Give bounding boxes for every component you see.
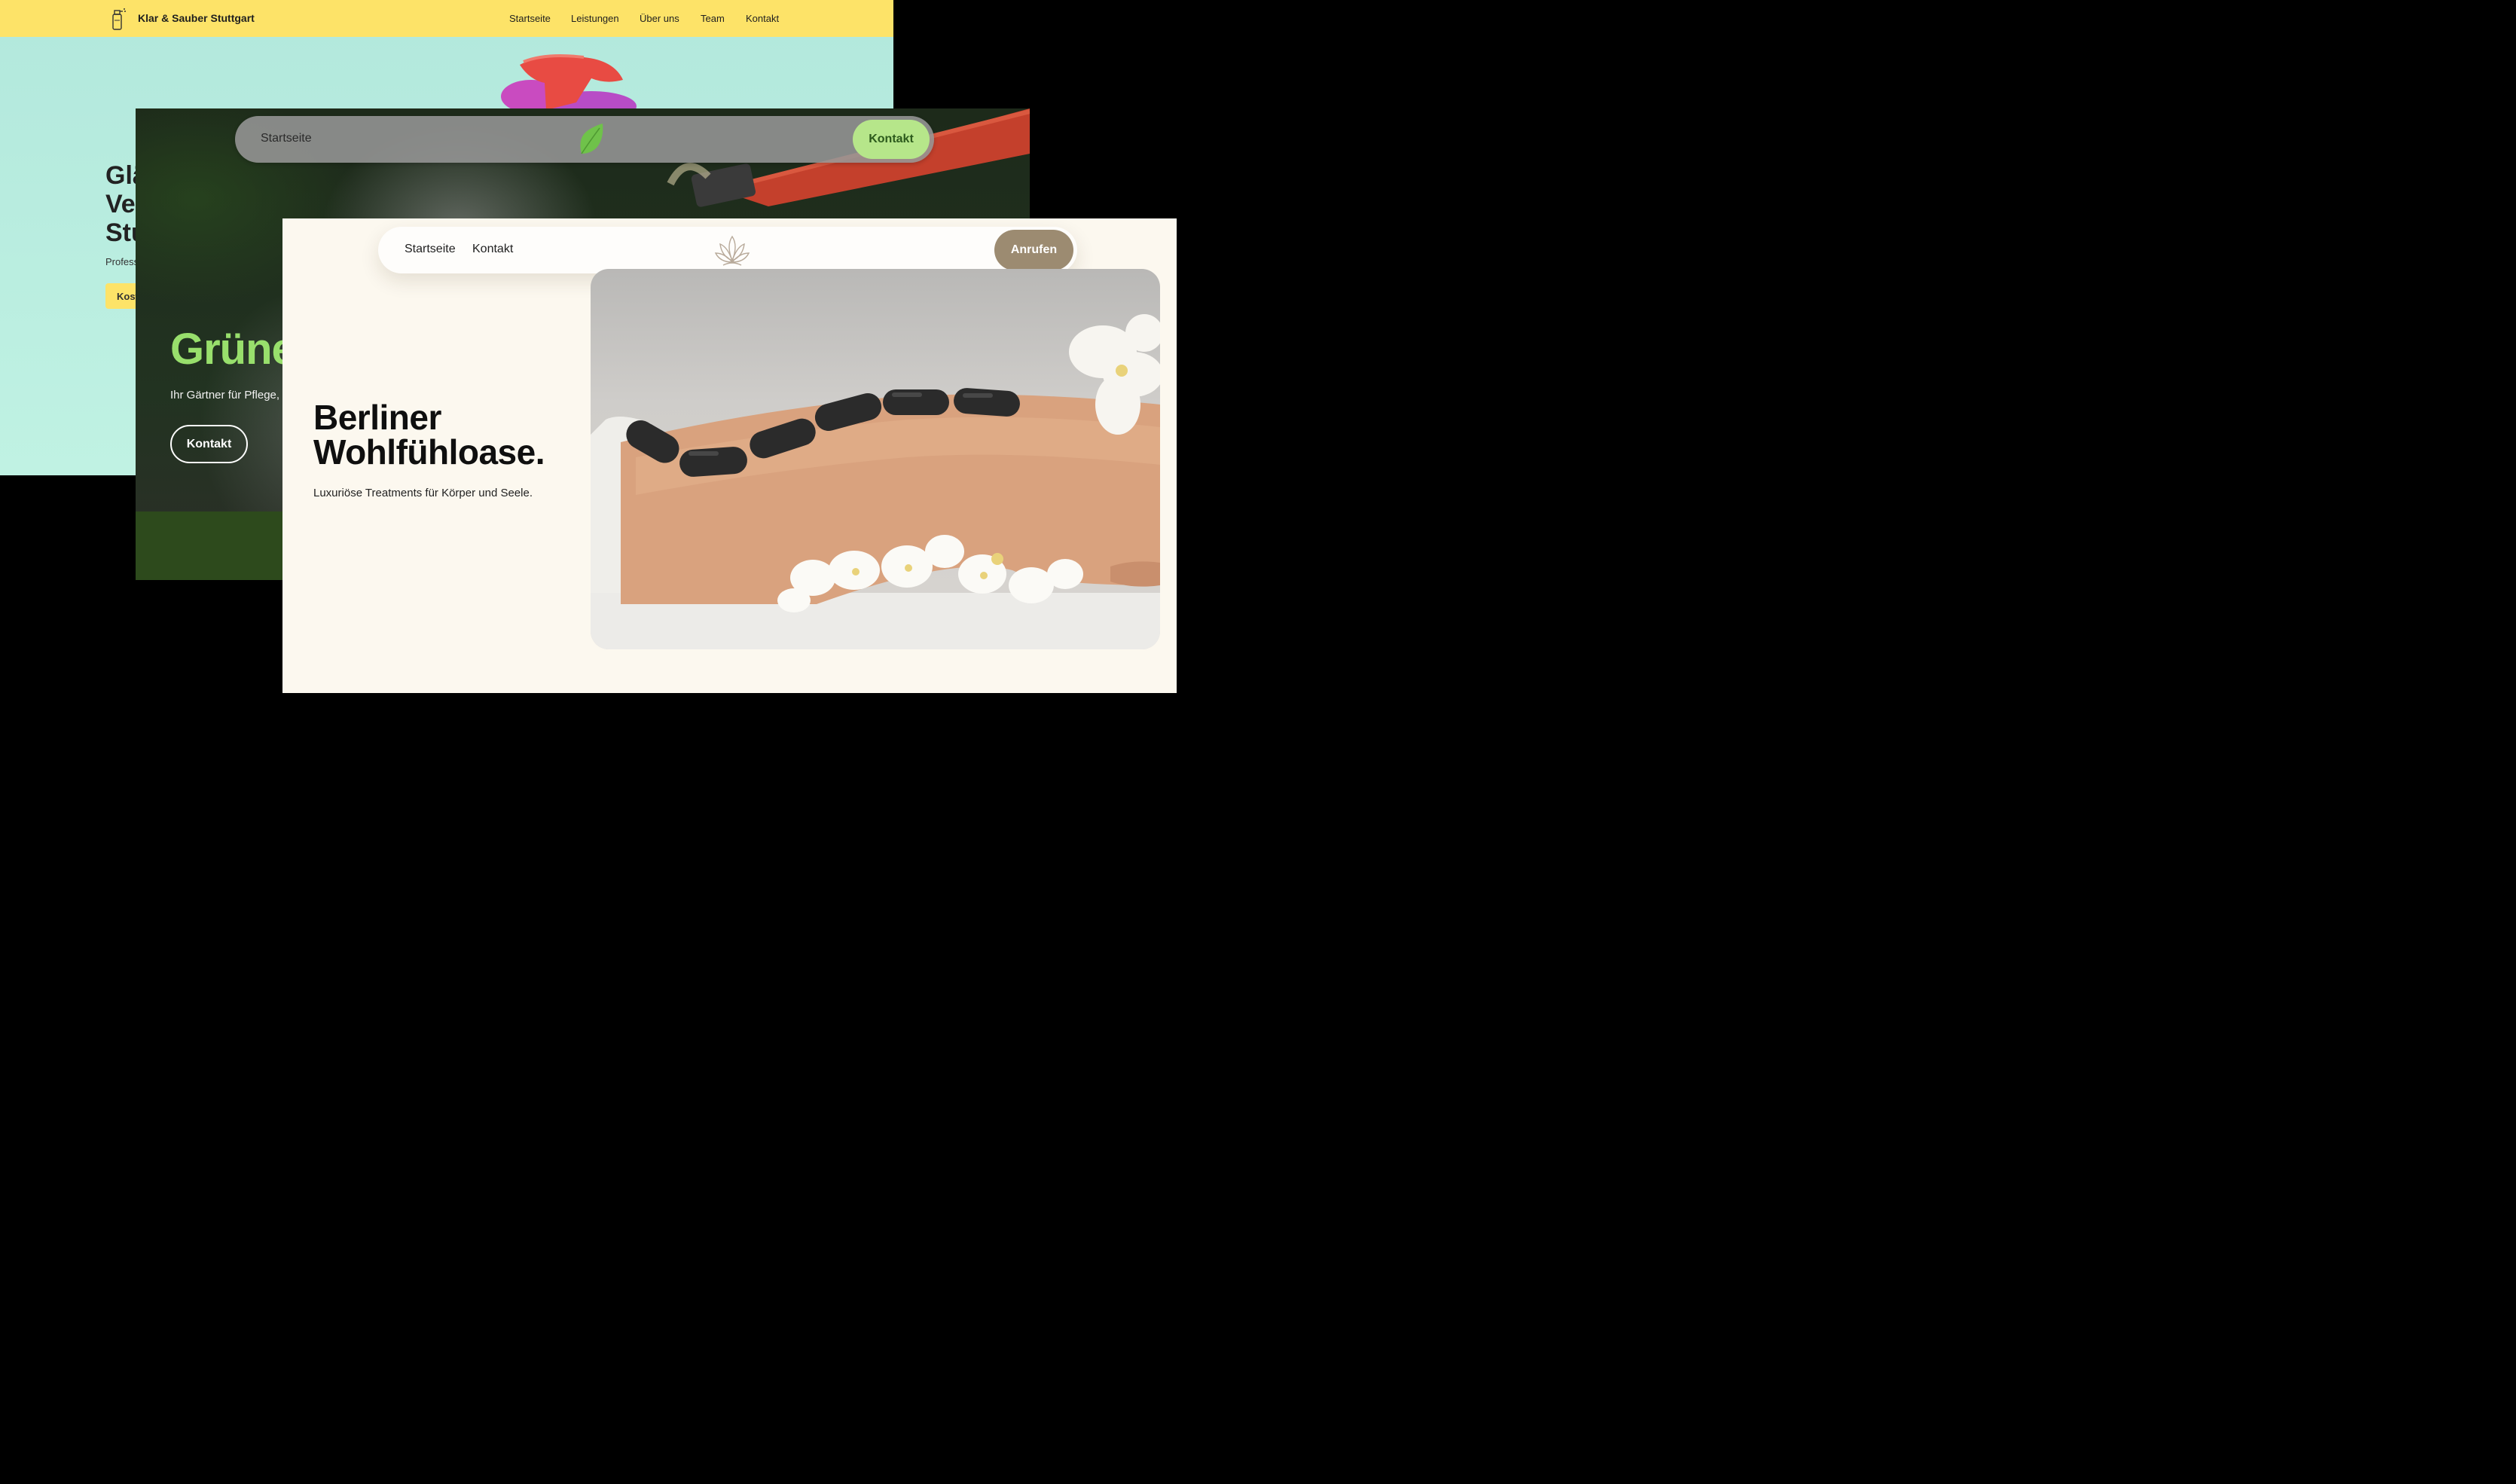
navbar: Startseite Kontakt Anrufen	[378, 227, 1077, 273]
spray-bottle-image	[501, 54, 637, 110]
nav-link-team[interactable]: Team	[701, 13, 725, 24]
hot-stone-massage-photo	[591, 269, 1160, 649]
navbar: Klar & Sauber Stuttgart Startseite Leist…	[0, 0, 893, 37]
hero-subtitle: Luxuriöse Treatments für Körper und Seel…	[313, 487, 533, 499]
nav-link-kontakt[interactable]: Kontakt	[746, 13, 779, 24]
hero-heading: Berliner Wohlfühloase.	[313, 398, 545, 472]
brand-name[interactable]: Klar & Sauber Stuttgart	[138, 12, 255, 24]
contact-button[interactable]: Kontakt	[853, 120, 930, 159]
leaf-icon	[580, 124, 603, 154]
kontakt-button[interactable]: Kontakt	[170, 425, 248, 463]
lotus-icon	[714, 235, 750, 266]
nav-link-leistungen[interactable]: Leistungen	[571, 13, 619, 24]
navbar: Startseite Kontakt	[235, 116, 934, 163]
nav-link-ueber-uns[interactable]: Über uns	[640, 13, 679, 24]
nav-link-startseite[interactable]: Startseite	[509, 13, 551, 24]
nav-link-startseite[interactable]: Startseite	[405, 243, 456, 256]
call-button[interactable]: Anrufen	[994, 230, 1073, 270]
nav-link-kontakt[interactable]: Kontakt	[472, 243, 513, 256]
hero-heading: Grüne	[170, 325, 296, 374]
nav-link-startseite[interactable]: Startseite	[261, 132, 312, 145]
hero-subtitle: Ihr Gärtner für Pflege,	[170, 389, 280, 402]
spray-bottle-icon	[112, 8, 126, 30]
website-card-spa: Startseite Kontakt Anrufen Berliner Wohl…	[282, 218, 1177, 693]
